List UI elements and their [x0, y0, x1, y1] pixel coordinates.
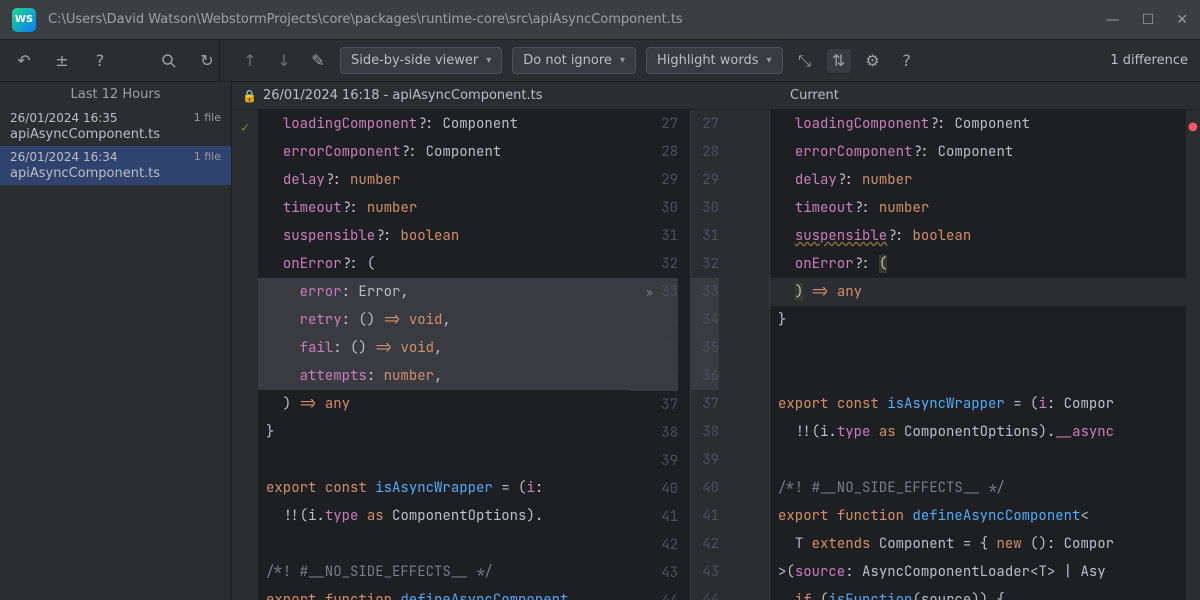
- search-icon[interactable]: [157, 49, 181, 73]
- code-line[interactable]: errorComponent?: Component: [258, 138, 630, 166]
- code-line[interactable]: export function defineAsyncComponent: [258, 586, 630, 600]
- code-line[interactable]: retry: () => void,: [258, 306, 630, 334]
- code-line[interactable]: timeout?: number: [770, 194, 1186, 222]
- code-line[interactable]: }: [770, 306, 1186, 334]
- code-line[interactable]: [770, 362, 1186, 390]
- code-line[interactable]: error: Error,: [258, 278, 630, 306]
- code-line[interactable]: ) => any: [770, 278, 1186, 306]
- highlight-mode-dropdown[interactable]: Highlight words: [646, 47, 783, 74]
- code-line[interactable]: export const isAsyncWrapper = (i:: [258, 474, 630, 502]
- code-line[interactable]: timeout?: number: [258, 194, 630, 222]
- code-line[interactable]: errorComponent?: Component: [770, 138, 1186, 166]
- code-line[interactable]: loadingComponent?: Component: [258, 110, 630, 138]
- app-icon: WS: [12, 8, 36, 32]
- code-line[interactable]: [258, 530, 630, 558]
- code-line[interactable]: T extends Component = { new (): Compor: [770, 530, 1186, 558]
- prev-diff-icon[interactable]: ↑: [238, 49, 262, 73]
- toolbar: ↶ ± ? ↻ ↑ ↓ ✎ Side-by-side viewer Do not…: [0, 40, 1200, 82]
- code-line[interactable]: !!(i.type as ComponentOptions).__async: [770, 418, 1186, 446]
- file-path: C:\Users\David Watson\WebstormProjects\c…: [48, 12, 1106, 27]
- history-item[interactable]: 26/01/2024 16:341 file apiAsyncComponent…: [0, 146, 231, 185]
- viewer-mode-dropdown[interactable]: Side-by-side viewer: [340, 47, 502, 74]
- code-line[interactable]: ) => any: [258, 390, 630, 418]
- code-line[interactable]: fail: () => void,: [258, 334, 630, 362]
- code-line[interactable]: export const isAsyncWrapper = (i: Compor: [770, 390, 1186, 418]
- code-line[interactable]: }: [258, 418, 630, 446]
- collapse-icon[interactable]: ⤡: [793, 49, 817, 73]
- help-icon[interactable]: ?: [88, 49, 112, 73]
- check-icon: ✓: [241, 114, 249, 600]
- minimize-icon[interactable]: —: [1106, 12, 1120, 28]
- code-line[interactable]: suspensible?: boolean: [770, 222, 1186, 250]
- right-code-pane[interactable]: loadingComponent?: Component errorCompon…: [770, 110, 1200, 600]
- code-line[interactable]: >(source: AsyncComponentLoader<T> | Asy: [770, 558, 1186, 586]
- history-sidebar: Last 12 Hours 26/01/2024 16:351 file api…: [0, 82, 232, 600]
- history-item[interactable]: 26/01/2024 16:351 file apiAsyncComponent…: [0, 107, 231, 146]
- code-line[interactable]: /*! #__NO_SIDE_EFFECTS__ */: [770, 474, 1186, 502]
- code-line[interactable]: onError?: (: [770, 250, 1186, 278]
- ignore-mode-dropdown[interactable]: Do not ignore: [512, 47, 636, 74]
- code-line[interactable]: suspensible?: boolean: [258, 222, 630, 250]
- code-line[interactable]: delay?: number: [258, 166, 630, 194]
- right-pane-title: Current: [770, 88, 1200, 103]
- code-line[interactable]: attempts: number,: [258, 362, 630, 390]
- code-line[interactable]: onError?: (: [258, 250, 630, 278]
- sync-scroll-icon[interactable]: ⇅: [827, 49, 851, 73]
- code-line[interactable]: if (isFunction(source)) {: [770, 586, 1186, 600]
- undo-icon[interactable]: ↶: [12, 49, 36, 73]
- next-diff-icon[interactable]: ↓: [272, 49, 296, 73]
- maximize-icon[interactable]: ☐: [1142, 12, 1155, 28]
- code-line[interactable]: export function defineAsyncComponent<: [770, 502, 1186, 530]
- code-line[interactable]: [770, 334, 1186, 362]
- code-line[interactable]: [770, 446, 1186, 474]
- left-pane-title: 26/01/2024 16:18 - apiAsyncComponent.ts: [263, 88, 543, 103]
- sidebar-header: Last 12 Hours: [0, 82, 231, 107]
- refresh-icon[interactable]: ↻: [195, 49, 219, 73]
- lock-icon: 🔒: [242, 89, 257, 103]
- left-code-pane[interactable]: ✓ loadingComponent?: Component errorComp…: [232, 110, 690, 600]
- code-line[interactable]: loadingComponent?: Component: [770, 110, 1186, 138]
- titlebar: WS C:\Users\David Watson\WebstormProject…: [0, 0, 1200, 40]
- code-line[interactable]: /*! #__NO_SIDE_EFFECTS__ */: [258, 558, 630, 586]
- settings-icon[interactable]: ⚙: [861, 49, 885, 73]
- help2-icon[interactable]: ?: [895, 49, 919, 73]
- code-line[interactable]: [258, 446, 630, 474]
- close-icon[interactable]: ✕: [1176, 12, 1188, 28]
- edit-icon[interactable]: ✎: [306, 49, 330, 73]
- code-line[interactable]: !!(i.type as ComponentOptions).: [258, 502, 630, 530]
- gutter-center: 27282930313233343536373839404142434445: [690, 110, 770, 600]
- diff-icon[interactable]: ±: [50, 49, 74, 73]
- diff-count: 1 difference: [1110, 53, 1188, 68]
- code-line[interactable]: delay?: number: [770, 166, 1186, 194]
- error-icon: ●: [1186, 110, 1200, 142]
